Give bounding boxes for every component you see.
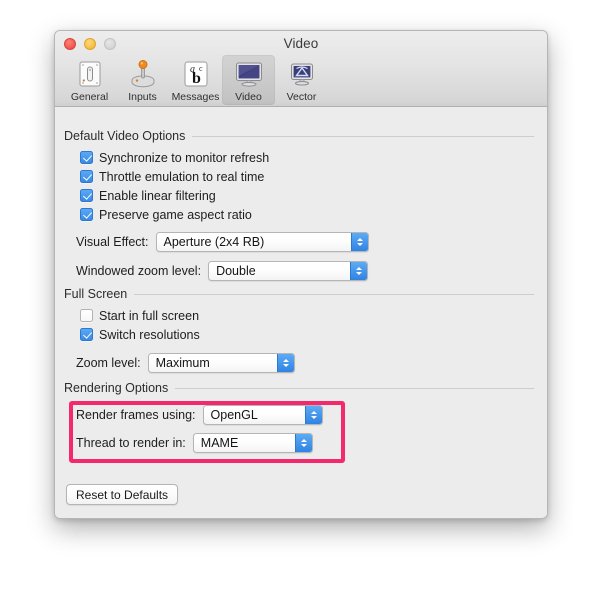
chevron-updown-icon: [276, 354, 294, 372]
checkbox-list: Start in full screen Switch resolutions: [55, 306, 547, 344]
section-header: Default Video Options: [55, 129, 547, 143]
checkbox-row-preserve-aspect-ratio[interactable]: Preserve game aspect ratio: [80, 205, 547, 224]
checkbox-row-sync-monitor-refresh[interactable]: Synchronize to monitor refresh: [80, 148, 547, 167]
checkbox-label: Switch resolutions: [99, 327, 200, 342]
section-default-video-options: Default Video Options Synchronize to mon…: [55, 129, 547, 282]
section-divider: [134, 293, 534, 295]
chevron-updown-icon: [304, 406, 322, 424]
chevron-updown-icon: [350, 262, 368, 280]
preferences-content: Default Video Options Synchronize to mon…: [55, 107, 547, 518]
row-visual-effect: Visual Effect: Aperture (2x4 RB): [55, 231, 547, 253]
preferences-window: Video General Inputs a c b Messages Vide…: [54, 30, 548, 519]
section-header: Rendering Options: [55, 381, 547, 395]
toolbar-item-label: Vector: [286, 91, 317, 103]
section-full-screen: Full Screen Start in full screen Switch …: [55, 287, 547, 374]
toolbar-item-general[interactable]: General: [63, 55, 116, 105]
fullscreen-zoom-level-value: Maximum: [155, 356, 210, 370]
thread-to-render-in-label: Thread to render in:: [76, 436, 186, 450]
joystick-icon: [127, 58, 159, 90]
thread-to-render-in-popup[interactable]: MAME: [192, 433, 313, 453]
toolbar-item-video[interactable]: Video: [222, 55, 275, 105]
row-thread-to-render-in: Thread to render in: MAME: [55, 432, 547, 454]
toolbar-item-messages[interactable]: a c b Messages: [169, 55, 222, 105]
thread-to-render-in-value: MAME: [200, 436, 239, 450]
reset-to-defaults-button[interactable]: Reset to Defaults: [66, 484, 179, 505]
general-icon: [74, 58, 106, 90]
abc-icon: a c b: [180, 58, 212, 90]
checkbox-row-switch-resolutions[interactable]: Switch resolutions: [80, 325, 547, 344]
render-frames-using-value: OpenGL: [210, 408, 258, 422]
checkbox-preserve-aspect-ratio[interactable]: [80, 208, 93, 221]
section-divider: [192, 135, 534, 137]
checkbox-label: Start in full screen: [99, 308, 200, 323]
section-header: Full Screen: [55, 287, 547, 301]
chevron-updown-icon: [294, 434, 312, 452]
toolbar-item-label: Video: [235, 91, 262, 103]
checkbox-throttle-emulation[interactable]: [80, 170, 93, 183]
checkbox-list: Synchronize to monitor refresh Throttle …: [55, 148, 547, 224]
section-title: Default Video Options: [64, 129, 186, 143]
toolbar-item-vector[interactable]: Vector: [275, 55, 328, 105]
toolbar-item-inputs[interactable]: Inputs: [116, 55, 169, 105]
monitor-icon: [233, 58, 265, 90]
visual-effect-value: Aperture (2x4 RB): [163, 235, 265, 249]
toolbar-item-label: Messages: [171, 91, 220, 103]
toolbar-item-label: Inputs: [128, 91, 157, 103]
visual-effect-label: Visual Effect:: [76, 235, 149, 249]
section-rendering-options: Rendering Options Render frames using: O…: [55, 381, 547, 454]
visual-effect-popup[interactable]: Aperture (2x4 RB): [155, 232, 369, 252]
toolbar: General Inputs a c b Messages Video Vect…: [63, 55, 328, 105]
checkbox-label: Preserve game aspect ratio: [99, 207, 252, 222]
row-windowed-zoom-level: Windowed zoom level: Double: [55, 260, 547, 282]
windowed-zoom-level-popup[interactable]: Double: [208, 261, 369, 281]
windowed-zoom-level-value: Double: [216, 264, 256, 278]
fullscreen-zoom-level-popup[interactable]: Maximum: [147, 353, 295, 373]
checkbox-switch-resolutions[interactable]: [80, 328, 93, 341]
row-fullscreen-zoom-level: Zoom level: Maximum: [55, 352, 547, 374]
checkbox-linear-filtering[interactable]: [80, 189, 93, 202]
row-render-frames-using: Render frames using: OpenGL: [55, 404, 547, 426]
checkbox-label: Throttle emulation to real time: [99, 169, 265, 184]
windowed-zoom-level-label: Windowed zoom level:: [76, 264, 202, 278]
section-title: Full Screen: [64, 287, 128, 301]
checkbox-row-start-in-full-screen[interactable]: Start in full screen: [80, 306, 547, 325]
fullscreen-zoom-level-label: Zoom level:: [76, 356, 141, 370]
toolbar-item-label: General: [70, 91, 109, 103]
checkbox-label: Synchronize to monitor refresh: [99, 150, 270, 165]
section-title: Rendering Options: [64, 381, 169, 395]
checkbox-row-throttle-emulation[interactable]: Throttle emulation to real time: [80, 167, 547, 186]
render-frames-using-label: Render frames using:: [76, 408, 196, 422]
chevron-updown-icon: [350, 233, 368, 251]
reset-to-defaults-label: Reset to Defaults: [76, 487, 169, 502]
render-frames-using-popup[interactable]: OpenGL: [202, 405, 323, 425]
checkbox-row-linear-filtering[interactable]: Enable linear filtering: [80, 186, 547, 205]
vector-icon: [286, 58, 318, 90]
checkbox-label: Enable linear filtering: [99, 188, 216, 203]
window-chrome: Video General Inputs a c b Messages Vide…: [55, 31, 547, 107]
window-title: Video: [283, 36, 319, 51]
checkbox-start-in-full-screen[interactable]: [80, 309, 93, 322]
checkbox-sync-monitor-refresh[interactable]: [80, 151, 93, 164]
svg-text:b: b: [192, 70, 201, 87]
section-divider: [175, 387, 534, 389]
